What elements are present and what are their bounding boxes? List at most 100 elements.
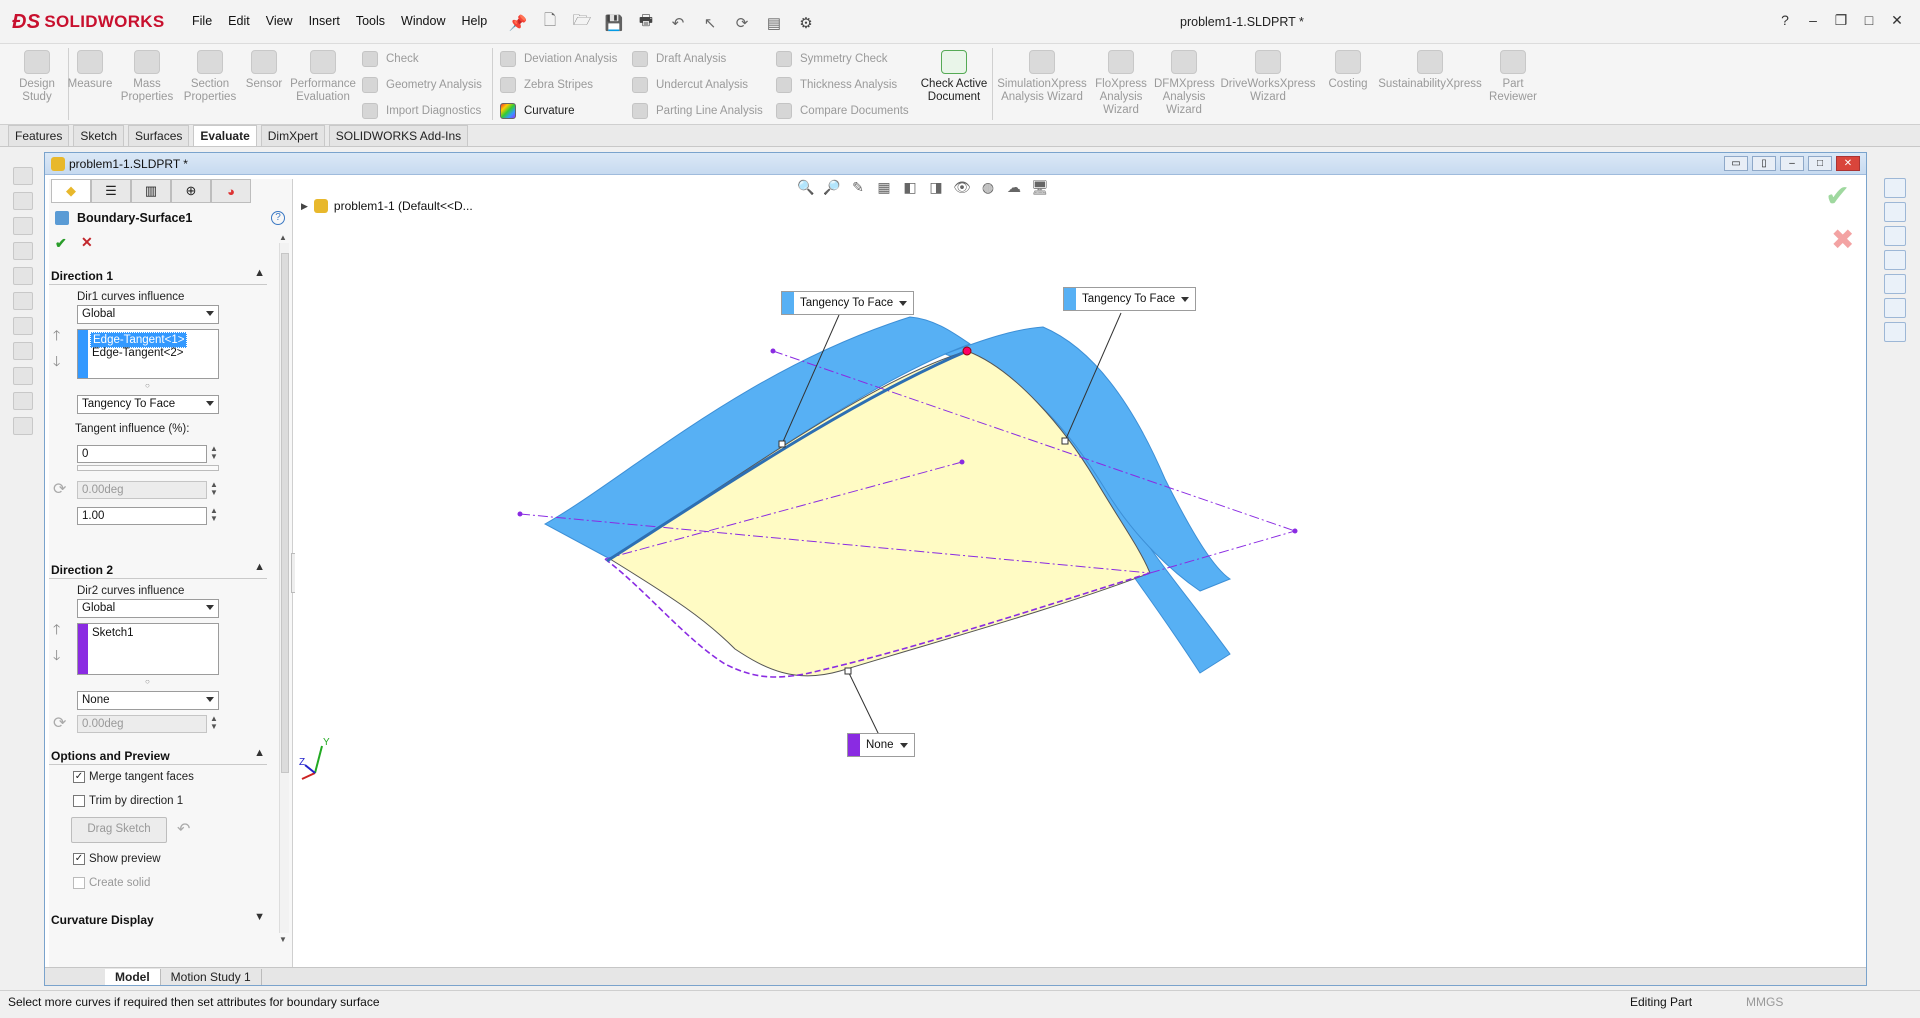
- sensor-button[interactable]: Sensor: [244, 50, 284, 91]
- minimize-button[interactable]: –: [1802, 12, 1824, 29]
- collapse-icon[interactable]: ▲: [254, 561, 265, 573]
- draft-analysis-button[interactable]: Draft Analysis: [632, 48, 726, 70]
- dir1-length-input[interactable]: 1.00: [77, 507, 207, 525]
- list-resize-grip-icon[interactable]: ○: [145, 677, 150, 686]
- performance-evaluation-button[interactable]: Performance Evaluation: [288, 50, 358, 104]
- tool-icon[interactable]: [13, 367, 33, 385]
- callout-right-tangency[interactable]: Tangency To Face: [1063, 287, 1197, 311]
- menu-window[interactable]: Window: [393, 12, 453, 30]
- compare-documents-button[interactable]: Compare Documents: [776, 100, 909, 122]
- move-up-icon[interactable]: 🡑: [53, 619, 60, 643]
- menu-view[interactable]: View: [258, 12, 301, 30]
- dir2-curves-list[interactable]: Sketch1: [77, 623, 219, 675]
- trim-by-direction1-checkbox[interactable]: Trim by direction 1: [73, 795, 183, 807]
- save-icon[interactable]: 💾: [601, 14, 627, 32]
- scrollbar-thumb[interactable]: [281, 253, 289, 773]
- tab-solidworks-add-ins[interactable]: SOLIDWORKS Add-Ins: [328, 125, 469, 146]
- tool-icon[interactable]: [13, 392, 33, 410]
- dir1-curves-influence-select[interactable]: Global: [77, 305, 219, 324]
- tile-horizontal-button[interactable]: ▭: [1724, 156, 1748, 171]
- dir1-length-spinner[interactable]: ▲ ▼: [209, 507, 219, 525]
- appearances-icon[interactable]: [1884, 298, 1906, 318]
- merge-tangent-faces-checkbox[interactable]: ✓ Merge tangent faces: [73, 771, 194, 783]
- collapse-icon[interactable]: ▲: [254, 747, 265, 759]
- property-manager-scrollbar[interactable]: [279, 243, 289, 933]
- move-down-icon[interactable]: 🡓: [53, 645, 60, 669]
- create-solid-checkbox[interactable]: Create solid: [73, 877, 150, 889]
- tool-icon[interactable]: [13, 217, 33, 235]
- tool-icon[interactable]: [13, 342, 33, 360]
- dir1-tangency-select[interactable]: Tangency To Face: [77, 395, 219, 414]
- parting-line-analysis-button[interactable]: Parting Line Analysis: [632, 100, 763, 122]
- part-reviewer-button[interactable]: Part Reviewer: [1484, 50, 1542, 104]
- floxpress-button[interactable]: FloXpress Analysis Wizard: [1092, 50, 1150, 117]
- dir2-tangency-select[interactable]: None: [77, 691, 219, 710]
- menu-insert[interactable]: Insert: [301, 12, 348, 30]
- scroll-down-icon[interactable]: ▼: [279, 935, 287, 944]
- tool-icon[interactable]: [13, 167, 33, 185]
- resources-icon[interactable]: [1884, 202, 1906, 222]
- dfmxpress-button[interactable]: DFMXpress Analysis Wizard: [1154, 50, 1215, 117]
- restore-button[interactable]: ❐: [1830, 12, 1852, 29]
- sustainabilityxpress-button[interactable]: SustainabilityXpress: [1378, 50, 1482, 91]
- drag-sketch-button[interactable]: Drag Sketch: [71, 817, 167, 843]
- options-header[interactable]: Options and Preview ▲: [49, 745, 267, 765]
- maximize-button[interactable]: □: [1858, 12, 1880, 29]
- move-up-icon[interactable]: 🡑: [53, 325, 60, 349]
- tab-feature-manager[interactable]: ◆: [51, 179, 91, 203]
- menu-help[interactable]: Help: [454, 12, 496, 30]
- custom-properties-icon[interactable]: [1884, 322, 1906, 342]
- tool-icon[interactable]: [13, 417, 33, 435]
- show-preview-checkbox[interactable]: ✓ Show preview: [73, 853, 161, 865]
- doc-minimize-button[interactable]: –: [1780, 156, 1804, 171]
- measure-button[interactable]: Measure: [66, 50, 114, 91]
- dir2-angle-input[interactable]: 0.00deg: [77, 715, 207, 733]
- costing-button[interactable]: Costing: [1322, 50, 1374, 91]
- home-icon[interactable]: [1884, 178, 1906, 198]
- menu-edit[interactable]: Edit: [220, 12, 258, 30]
- tangent-influence-spinner[interactable]: ▲ ▼: [209, 445, 219, 463]
- tab-motion-study-1[interactable]: Motion Study 1: [161, 968, 262, 985]
- doc-maximize-button[interactable]: □: [1808, 156, 1832, 171]
- curvature-button[interactable]: Curvature: [500, 100, 575, 122]
- tile-vertical-button[interactable]: ▯: [1752, 156, 1776, 171]
- tab-evaluate[interactable]: Evaluate: [193, 125, 257, 146]
- open-icon[interactable]: 🗁: [569, 10, 595, 35]
- list-resize-grip-icon[interactable]: ○: [145, 381, 150, 390]
- curvature-display-header[interactable]: Curvature Display ▼: [49, 909, 267, 929]
- dir1-angle-input[interactable]: 0.00deg: [77, 481, 207, 499]
- menu-tools[interactable]: Tools: [348, 12, 393, 30]
- new-icon[interactable]: 🗋: [537, 10, 563, 35]
- options-icon[interactable]: ⚙: [793, 14, 819, 32]
- collapse-icon[interactable]: ▲: [254, 267, 265, 279]
- direction1-header[interactable]: Direction 1 ▲: [49, 265, 267, 285]
- thickness-analysis-button[interactable]: Thickness Analysis: [776, 74, 897, 96]
- file-properties-icon[interactable]: ▤: [761, 14, 787, 32]
- solidworks-logo[interactable]: ƉS SOLIDWORKS: [12, 4, 172, 40]
- list-item[interactable]: Edge-Tangent<2>: [90, 346, 185, 360]
- expand-icon[interactable]: ▼: [254, 911, 265, 923]
- status-units[interactable]: MMGS: [1746, 995, 1783, 1009]
- direction2-header[interactable]: Direction 2 ▲: [49, 559, 267, 579]
- check-button[interactable]: Check: [362, 48, 419, 70]
- tab-sketch[interactable]: Sketch: [73, 125, 125, 146]
- scroll-up-icon[interactable]: ▲: [279, 233, 287, 242]
- callout-bottom-tangency[interactable]: None: [847, 733, 915, 757]
- tab-surfaces[interactable]: Surfaces: [128, 125, 190, 146]
- undercut-analysis-button[interactable]: Undercut Analysis: [632, 74, 748, 96]
- tab-model[interactable]: Model: [105, 968, 161, 985]
- graphics-area[interactable]: ▶ problem1-1 (Default<<D... 🔍 🔎 ✎ ▦ ◧ ◨ …: [295, 179, 1865, 969]
- zebra-stripes-button[interactable]: Zebra Stripes: [500, 74, 593, 96]
- list-item[interactable]: Sketch1: [90, 626, 136, 640]
- tab-dimxpert-manager[interactable]: ⊕: [171, 179, 211, 203]
- mass-properties-button[interactable]: Mass Properties: [118, 50, 176, 104]
- view-palette-icon[interactable]: [1884, 274, 1906, 294]
- file-explorer-icon[interactable]: [1884, 250, 1906, 270]
- tab-display-manager[interactable]: ◕: [211, 179, 251, 203]
- symmetry-check-button[interactable]: Symmetry Check: [776, 48, 888, 70]
- doc-close-button[interactable]: ✕: [1836, 156, 1860, 171]
- geometry-analysis-button[interactable]: Geometry Analysis: [362, 74, 482, 96]
- rebuild-icon[interactable]: ⟳: [729, 14, 755, 32]
- tab-property-manager[interactable]: ☰: [91, 179, 131, 203]
- dir1-angle-spinner[interactable]: ▲ ▼: [209, 481, 219, 499]
